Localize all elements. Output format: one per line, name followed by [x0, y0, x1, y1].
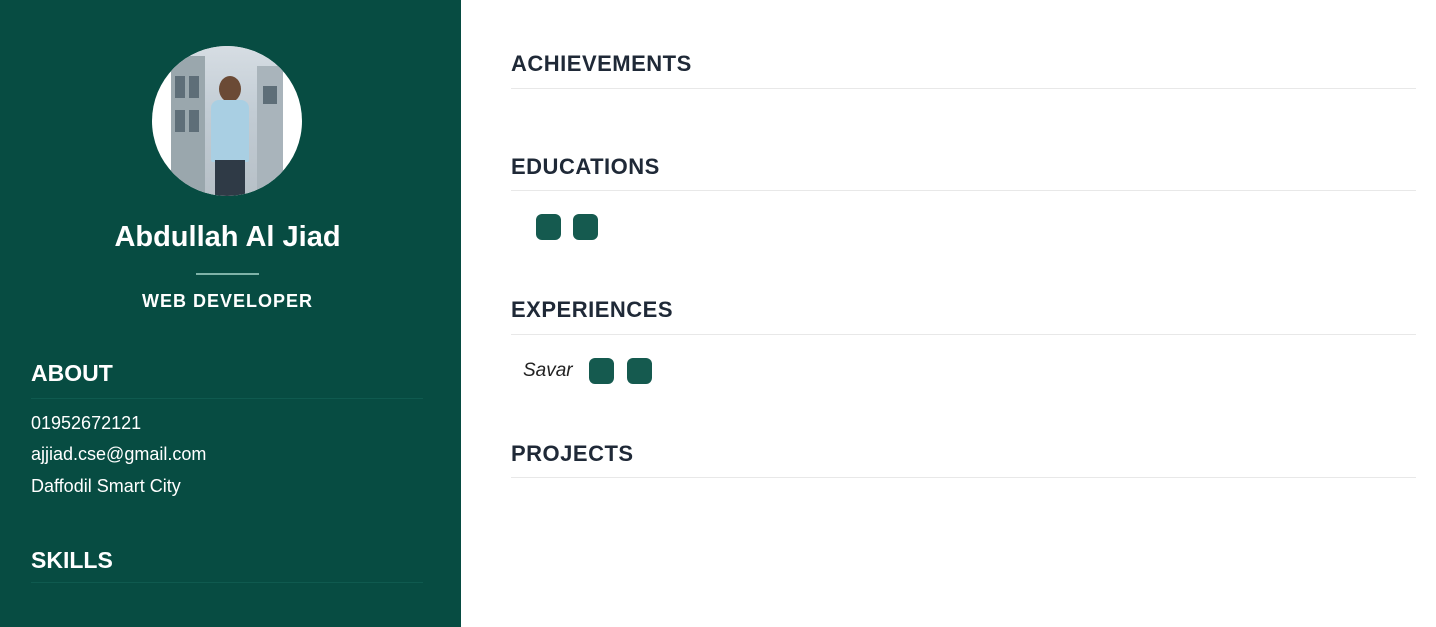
achievements-heading: ACHIEVEMENTS	[511, 51, 692, 76]
educations-divider	[511, 190, 1416, 191]
about-heading: ABOUT	[31, 360, 113, 386]
sidebar: Abdullah Al Jiad WEB DEVELOPER ABOUT 019…	[0, 0, 461, 627]
skills-heading: SKILLS	[31, 547, 113, 573]
education-chip[interactable]	[536, 214, 561, 240]
profile-photo	[171, 46, 283, 196]
about-divider	[31, 398, 423, 399]
experiences-divider	[511, 334, 1416, 335]
experience-chip[interactable]	[589, 358, 614, 384]
achievements-divider	[511, 88, 1416, 89]
projects-heading: PROJECTS	[511, 441, 634, 466]
name-divider	[196, 273, 259, 275]
education-chip[interactable]	[573, 214, 598, 240]
contact-phone: 01952672121	[31, 413, 142, 433]
profile-name: Abdullah Al Jiad	[114, 221, 341, 253]
experience-location: Savar	[523, 360, 573, 381]
contact-email: ajjiad.cse@gmail.com	[31, 444, 207, 464]
avatar	[152, 46, 302, 196]
skills-divider	[31, 582, 423, 583]
profile-role: WEB DEVELOPER	[141, 291, 314, 311]
experience-chip[interactable]	[627, 358, 652, 384]
experiences-heading: EXPERIENCES	[511, 297, 673, 322]
projects-divider	[511, 477, 1416, 478]
contact-address: Daffodil Smart City	[31, 476, 181, 496]
educations-heading: EDUCATIONS	[511, 154, 660, 179]
